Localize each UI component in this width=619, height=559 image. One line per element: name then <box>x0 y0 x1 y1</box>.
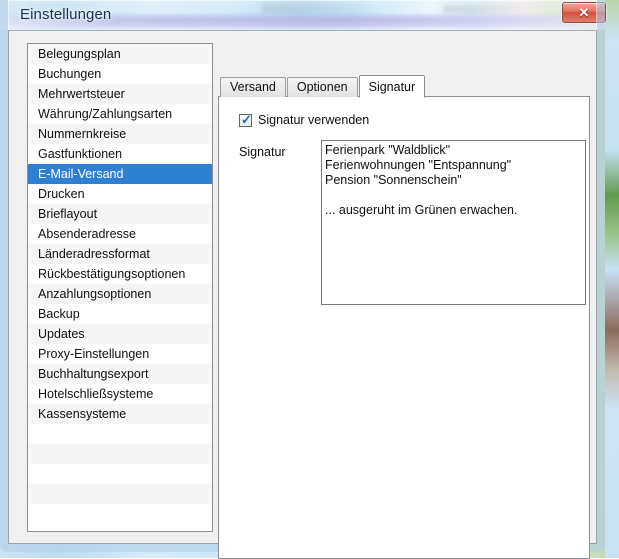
checkmark-icon: ✓ <box>241 111 252 127</box>
signature-field-label: Signatur <box>239 145 286 159</box>
category-item-brieflayout[interactable]: Brieflayout <box>28 204 212 224</box>
use-signature-checkbox-row[interactable]: ✓ Signatur verwenden <box>239 113 369 127</box>
category-item-gastfunktionen[interactable]: Gastfunktionen <box>28 144 212 164</box>
category-item-belegungsplan[interactable]: Belegungsplan <box>28 44 212 64</box>
category-item-buchhaltungsexport[interactable]: Buchhaltungsexport <box>28 364 212 384</box>
dialog-client-area: Belegungsplan Buchungen Mehrwertsteuer Währ… <box>8 30 597 559</box>
use-signature-label: Signatur verwenden <box>258 113 370 127</box>
category-list[interactable]: Belegungsplan Buchungen Mehrwertsteuer Währ… <box>27 43 213 532</box>
category-item-r-ckbest-tigungsoptionen[interactable]: Rückbestätigungsoptionen <box>28 264 212 284</box>
category-item-backup[interactable]: Backup <box>28 304 212 324</box>
category-item-empty <box>28 504 212 524</box>
category-item-anzahlungsoptionen[interactable]: Anzahlungsoptionen <box>28 284 212 304</box>
category-item-buchungen[interactable]: Buchungen <box>28 64 212 84</box>
desktop-right-edge <box>605 0 619 558</box>
category-item-kassensysteme[interactable]: Kassensysteme <box>28 404 212 424</box>
window-title: Einstellungen <box>20 6 112 23</box>
category-item-w-hrung-zahlungsarten[interactable]: Währung/Zahlungsarten <box>28 104 212 124</box>
use-signature-checkbox[interactable]: ✓ <box>239 111 252 127</box>
tab-optionen[interactable]: Optionen <box>286 77 358 97</box>
signature-input[interactable] <box>321 140 586 305</box>
category-item-empty <box>28 464 212 484</box>
category-item-l-nderadressformat[interactable]: Länderadressformat <box>28 244 212 264</box>
tab-versand[interactable]: Versand <box>220 77 286 97</box>
category-item-absenderadresse[interactable]: Absenderadresse <box>28 224 212 244</box>
category-item-drucken[interactable]: Drucken <box>28 184 212 204</box>
category-item-hotelschlie-systeme[interactable]: Hotelschließsysteme <box>28 384 212 404</box>
category-item-proxy-einstellungen[interactable]: Proxy-Einstellungen <box>28 344 212 364</box>
tab-panel-signatur: ✓ Signatur verwenden Signatur <box>218 96 590 559</box>
close-button[interactable]: ✕ <box>562 2 606 23</box>
category-item-empty <box>28 424 212 444</box>
category-item-empty <box>28 484 212 504</box>
close-icon: ✕ <box>578 5 590 20</box>
tab-signatur[interactable]: Signatur <box>358 75 426 98</box>
category-item-mehrwertsteuer[interactable]: Mehrwertsteuer <box>28 84 212 104</box>
settings-dialog-window: Einstellungen ✕ Belegungsplan Buchungen Me… <box>0 0 606 559</box>
category-item-empty <box>28 444 212 464</box>
title-bar[interactable]: Einstellungen ✕ <box>0 0 606 30</box>
category-item-nummernkreise[interactable]: Nummernkreise <box>28 124 212 144</box>
category-item-e-mail-versand[interactable]: E-Mail-Versand <box>28 164 212 184</box>
category-item-updates[interactable]: Updates <box>28 324 212 344</box>
tab-strip: Versand Optionen Signatur <box>220 75 426 98</box>
